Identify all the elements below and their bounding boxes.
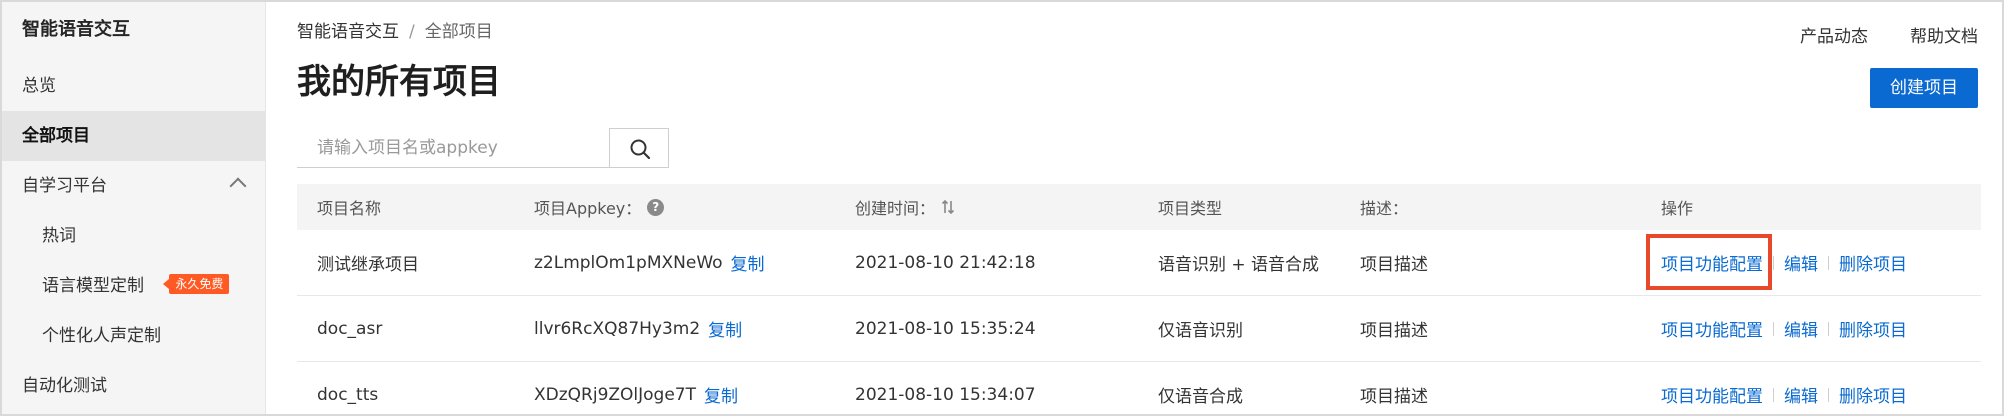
- project-desc: 项目描述: [1360, 387, 1428, 407]
- header-appkey-label: 项目Appkey：: [534, 199, 642, 218]
- search-icon: [630, 139, 651, 160]
- app-window: 智能语音交互 总览 全部项目 自学习平台 热词 语言模型定制 永久免费 个性化人…: [0, 0, 2004, 416]
- free-badge: 永久免费: [163, 274, 230, 294]
- create-project-button[interactable]: 创建项目: [1870, 68, 1978, 108]
- sidebar: 智能语音交互 总览 全部项目 自学习平台 热词 语言模型定制 永久免费 个性化人…: [2, 2, 266, 414]
- sidebar-item-self-learning[interactable]: 自学习平台: [2, 161, 266, 211]
- row-actions: 项目功能配置 编辑 删除项目: [1661, 362, 1907, 414]
- delete-link[interactable]: 删除项目: [1839, 316, 1907, 341]
- header-created[interactable]: 创建时间：: [855, 184, 955, 230]
- main-content: 智能语音交互 / 全部项目 产品动态 帮助文档 我的所有项目 创建项目 项目名称 项目…: [267, 2, 2002, 414]
- project-desc: 项目描述: [1360, 321, 1428, 341]
- divider: [1773, 255, 1774, 270]
- breadcrumb-separator: /: [409, 22, 415, 42]
- sidebar-item-all-projects[interactable]: 全部项目: [2, 111, 266, 161]
- header-desc: 描述：: [1360, 199, 1409, 218]
- header-type: 项目类型: [1158, 199, 1223, 218]
- appkey-value: z2LmplOm1pMXNeWo: [534, 252, 723, 273]
- sidebar-item-label: 总览: [22, 76, 56, 96]
- projects-table: 项目名称 项目Appkey： ? 创建时间： 项目类型 描述： 操作 测试继承项…: [297, 184, 1981, 414]
- search-bar: [297, 128, 669, 168]
- edit-link[interactable]: 编辑: [1784, 316, 1818, 341]
- breadcrumb: 智能语音交互 / 全部项目: [297, 20, 493, 44]
- sidebar-item-custom-voice[interactable]: 个性化人声定制: [2, 311, 266, 361]
- row-actions: 项目功能配置 编辑 删除项目: [1661, 296, 1907, 361]
- edit-link[interactable]: 编辑: [1784, 382, 1818, 407]
- divider: [1773, 321, 1774, 336]
- project-name: doc_tts: [317, 384, 379, 405]
- copy-link[interactable]: 复制: [708, 316, 742, 341]
- sidebar-item-hotwords[interactable]: 热词: [2, 211, 266, 261]
- help-docs-link[interactable]: 帮助文档: [1910, 27, 1978, 47]
- sidebar-item-label: 热词: [42, 226, 76, 246]
- product-news-link[interactable]: 产品动态: [1800, 27, 1868, 47]
- sidebar-item-label: 全部项目: [22, 126, 90, 146]
- table-row: 测试继承项目 z2LmplOm1pMXNeWo 复制 2021-08-10 21…: [297, 230, 1981, 296]
- sidebar-item-auto-test[interactable]: 自动化测试: [2, 361, 266, 411]
- project-appkey: XDzQRj9ZOlJoge7T 复制: [534, 362, 738, 414]
- question-icon[interactable]: ?: [647, 198, 665, 216]
- appkey-value: llvr6RcXQ87Hy3m2: [534, 318, 701, 339]
- project-type: 仅语音合成: [1158, 387, 1243, 407]
- table-header: 项目名称 项目Appkey： ? 创建时间： 项目类型 描述： 操作: [297, 184, 1981, 230]
- header-created-label: 创建时间：: [855, 199, 936, 218]
- project-name: 测试继承项目: [317, 255, 419, 275]
- sidebar-item-label: 自学习平台: [22, 176, 107, 196]
- search-input[interactable]: [297, 128, 609, 168]
- divider: [1828, 387, 1829, 402]
- created-time: 2021-08-10 21:42:18: [855, 252, 1036, 273]
- chevron-up-icon[interactable]: [229, 177, 247, 195]
- project-name: doc_asr: [317, 318, 383, 339]
- project-appkey: llvr6RcXQ87Hy3m2 复制: [534, 296, 742, 361]
- page-title: 我的所有项目: [297, 62, 501, 102]
- sidebar-item-label: 自动化测试: [22, 376, 107, 396]
- sidebar-title: 智能语音交互: [22, 19, 130, 40]
- sidebar-item-overview[interactable]: 总览: [2, 61, 266, 111]
- edit-link[interactable]: 编辑: [1784, 250, 1818, 275]
- sidebar-item-language-model[interactable]: 语言模型定制 永久免费: [2, 261, 266, 311]
- divider: [1828, 255, 1829, 270]
- sidebar-item-label: 个性化人声定制: [42, 326, 161, 346]
- project-desc: 项目描述: [1360, 255, 1428, 275]
- table-row: doc_asr llvr6RcXQ87Hy3m2 复制 2021-08-10 1…: [297, 296, 1981, 362]
- breadcrumb-root[interactable]: 智能语音交互: [297, 22, 399, 42]
- top-links: 产品动态 帮助文档: [1758, 22, 1978, 47]
- search-button[interactable]: [609, 128, 669, 168]
- delete-link[interactable]: 删除项目: [1839, 382, 1907, 407]
- project-appkey: z2LmplOm1pMXNeWo 复制: [534, 230, 765, 295]
- copy-link[interactable]: 复制: [704, 382, 738, 407]
- highlight-box: [1646, 234, 1772, 290]
- project-type: 语音识别 + 语音合成: [1158, 255, 1320, 275]
- copy-link[interactable]: 复制: [731, 250, 765, 275]
- divider: [1828, 321, 1829, 336]
- sidebar-item-label: 语言模型定制: [42, 276, 144, 296]
- header-appkey: 项目Appkey： ?: [534, 184, 665, 230]
- created-time: 2021-08-10 15:35:24: [855, 318, 1036, 339]
- table-row: doc_tts XDzQRj9ZOlJoge7T 复制 2021-08-10 1…: [297, 362, 1981, 414]
- header-ops: 操作: [1661, 199, 1694, 218]
- appkey-value: XDzQRj9ZOlJoge7T: [534, 384, 697, 405]
- sort-icon[interactable]: [941, 199, 955, 215]
- config-link[interactable]: 项目功能配置: [1661, 382, 1763, 407]
- project-type: 仅语音识别: [1158, 321, 1243, 341]
- created-time: 2021-08-10 15:34:07: [855, 384, 1036, 405]
- config-link[interactable]: 项目功能配置: [1661, 316, 1763, 341]
- header-name: 项目名称: [317, 199, 382, 218]
- breadcrumb-current: 全部项目: [424, 22, 493, 42]
- delete-link[interactable]: 删除项目: [1839, 250, 1907, 275]
- divider: [1773, 387, 1774, 402]
